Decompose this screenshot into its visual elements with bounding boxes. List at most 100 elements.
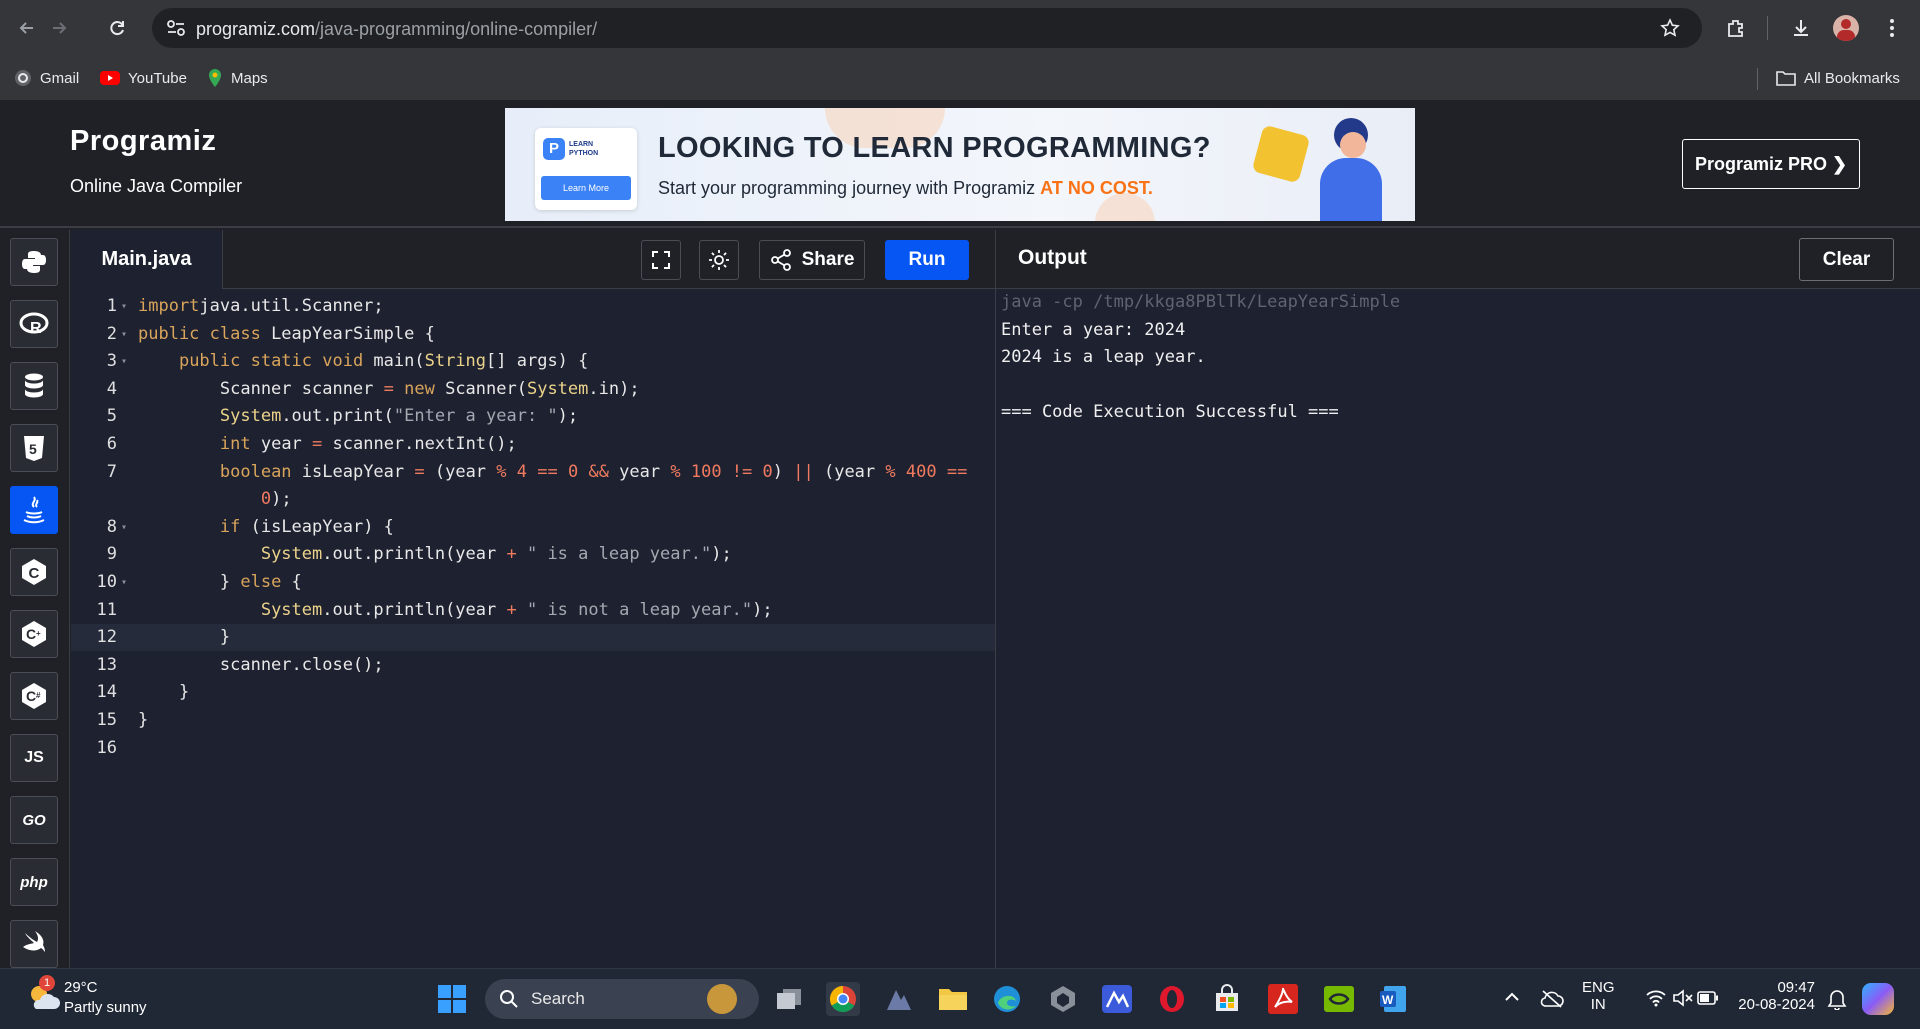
- bookmark-maps[interactable]: Maps: [207, 66, 268, 90]
- lang-swift[interactable]: [10, 920, 58, 968]
- code-line[interactable]: 16: [71, 735, 995, 762]
- taskbar-search[interactable]: Search: [485, 979, 759, 1019]
- code-line[interactable]: 14 }: [71, 679, 995, 706]
- run-button[interactable]: Run: [885, 240, 969, 280]
- volume-muted-icon[interactable]: [1672, 989, 1694, 1007]
- code-line[interactable]: 0);: [71, 486, 995, 513]
- bookmark-youtube[interactable]: YouTube: [100, 66, 187, 90]
- weather-widget[interactable]: 1 29°C Partly sunny: [22, 975, 162, 1021]
- opera-button[interactable]: [1155, 982, 1189, 1016]
- url-text[interactable]: programiz.com/java-programming/online-co…: [196, 19, 597, 40]
- lang-python[interactable]: [10, 238, 58, 286]
- extensions-button[interactable]: [1720, 12, 1752, 44]
- code-line[interactable]: 9 System.out.println(year + " is a leap …: [71, 541, 995, 568]
- task-view-icon: [777, 989, 801, 1009]
- forward-button[interactable]: [43, 12, 75, 44]
- reload-button[interactable]: [101, 12, 133, 44]
- all-bookmarks[interactable]: All Bookmarks: [1776, 66, 1900, 90]
- code-line[interactable]: 10 ▾ } else {: [71, 569, 995, 596]
- code-line[interactable]: 1 ▾ importjava.util.Scanner;: [71, 293, 995, 320]
- code-line[interactable]: 2 ▾ public class LeapYearSimple {: [71, 321, 995, 348]
- nvidia-button[interactable]: [1322, 982, 1356, 1016]
- store-icon: [1216, 984, 1238, 1011]
- address-bar[interactable]: programiz.com/java-programming/online-co…: [152, 8, 1702, 48]
- edge-icon: [994, 986, 1020, 1012]
- edge-button[interactable]: [990, 982, 1024, 1016]
- ad-learn-more-button[interactable]: Learn More: [541, 176, 631, 200]
- word-button[interactable]: W: [1376, 982, 1410, 1016]
- output-console[interactable]: java -cp /tmp/kkga8PBlTk/LeapYearSimple …: [1001, 289, 1400, 427]
- ad-highlight: AT NO COST.: [1040, 178, 1153, 198]
- lang-cpp[interactable]: C +: [10, 610, 58, 658]
- acrobat-button[interactable]: [1266, 982, 1300, 1016]
- code-text: }: [138, 627, 231, 648]
- downloads-button[interactable]: [1785, 12, 1817, 44]
- code-line[interactable]: 3 ▾ public static void main(String[] args…: [71, 348, 995, 375]
- fullscreen-button[interactable]: [641, 240, 681, 280]
- lang-csharp[interactable]: C #: [10, 672, 58, 720]
- lang-html[interactable]: 5: [10, 424, 58, 472]
- fold-chevron-icon[interactable]: ▾: [121, 321, 127, 348]
- code-text: public static void main(String[] args) {: [178, 351, 589, 372]
- lang-sql[interactable]: [10, 362, 58, 410]
- code-line[interactable]: 13 scanner.close();: [71, 652, 995, 679]
- reload-icon: [110, 21, 124, 36]
- app-taskbar-button[interactable]: [1100, 982, 1134, 1016]
- task-view-button[interactable]: [772, 982, 806, 1016]
- code-line[interactable]: 8 ▾ if (isLeapYear) {: [71, 514, 995, 541]
- programiz-logo[interactable]: Programiz: [70, 125, 216, 158]
- chrome-taskbar-button[interactable]: [826, 982, 860, 1016]
- battery-icon[interactable]: [1697, 991, 1719, 1005]
- store-button[interactable]: [1210, 982, 1244, 1016]
- tab-main-java[interactable]: Main.java: [71, 230, 223, 289]
- lang-c[interactable]: C: [10, 548, 58, 596]
- fold-chevron-icon[interactable]: ▾: [121, 514, 127, 541]
- code-text: scanner.close();: [138, 654, 384, 675]
- line-number: 5: [106, 406, 117, 427]
- programiz-pro-button[interactable]: Programiz PRO ❯: [1682, 139, 1860, 189]
- code-line[interactable]: 15}: [71, 707, 995, 734]
- bookmark-star-icon[interactable]: [1660, 18, 1680, 38]
- menu-button[interactable]: [1876, 12, 1908, 44]
- bookmark-gmail[interactable]: Gmail: [14, 66, 79, 90]
- site-settings-icon[interactable]: [166, 19, 186, 37]
- app-taskbar-button[interactable]: [1046, 982, 1080, 1016]
- clear-button[interactable]: Clear: [1799, 238, 1894, 281]
- code-line[interactable]: 6 int year = scanner.nextInt();: [71, 431, 995, 458]
- output-pane: Output Clear java -cp /tmp/kkga8PBlTk/Le…: [995, 230, 1920, 968]
- code-line[interactable]: 4 Scanner scanner = new Scanner(System.i…: [71, 376, 995, 403]
- copilot-icon[interactable]: [1862, 983, 1894, 1015]
- code-line[interactable]: 12 }: [71, 624, 995, 652]
- lang-javascript[interactable]: JS: [10, 734, 58, 782]
- app-taskbar-button[interactable]: [882, 982, 916, 1016]
- chevron-up-icon[interactable]: [1504, 991, 1520, 1003]
- lang-go[interactable]: GO: [10, 796, 58, 844]
- fold-chevron-icon[interactable]: ▾: [121, 293, 127, 320]
- lang-r[interactable]: R: [10, 300, 58, 348]
- code-line[interactable]: 11 System.out.println(year + " is not a …: [71, 597, 995, 624]
- theme-toggle-button[interactable]: [699, 240, 739, 280]
- ad-banner[interactable]: P LEARN PYTHON Learn More LOOKING TO LEAR…: [505, 108, 1415, 221]
- notification-bell-icon[interactable]: [1827, 988, 1847, 1010]
- back-button[interactable]: [11, 12, 43, 44]
- file-explorer-button[interactable]: [936, 982, 970, 1016]
- clock[interactable]: 09:47 20-08-2024: [1737, 979, 1815, 1013]
- input-language[interactable]: ENG IN: [1582, 979, 1615, 1013]
- profile-avatar[interactable]: [1830, 12, 1862, 44]
- line-number: 3: [106, 351, 117, 372]
- wifi-icon[interactable]: [1645, 989, 1667, 1007]
- fold-chevron-icon[interactable]: ▾: [121, 348, 127, 375]
- code-line[interactable]: 7 boolean isLeapYear = (year % 4 == 0 &&…: [71, 459, 995, 486]
- lang-java[interactable]: [10, 486, 58, 534]
- fold-chevron-icon[interactable]: ▾: [121, 569, 127, 596]
- line-number: 14: [96, 682, 117, 703]
- cloud-offline-icon[interactable]: [1540, 989, 1564, 1009]
- start-button[interactable]: [435, 982, 469, 1016]
- code-line[interactable]: 5 System.out.print("Enter a year: ");: [71, 403, 995, 430]
- code-editor[interactable]: 1 ▾ importjava.util.Scanner; 2 ▾ public class…: [71, 289, 995, 968]
- avatar-icon: [1833, 15, 1859, 41]
- lang-php[interactable]: php: [10, 858, 58, 906]
- cpp-icon: C +: [22, 621, 46, 647]
- ad-illustration-person: [1310, 118, 1390, 221]
- share-button[interactable]: Share: [759, 240, 865, 280]
